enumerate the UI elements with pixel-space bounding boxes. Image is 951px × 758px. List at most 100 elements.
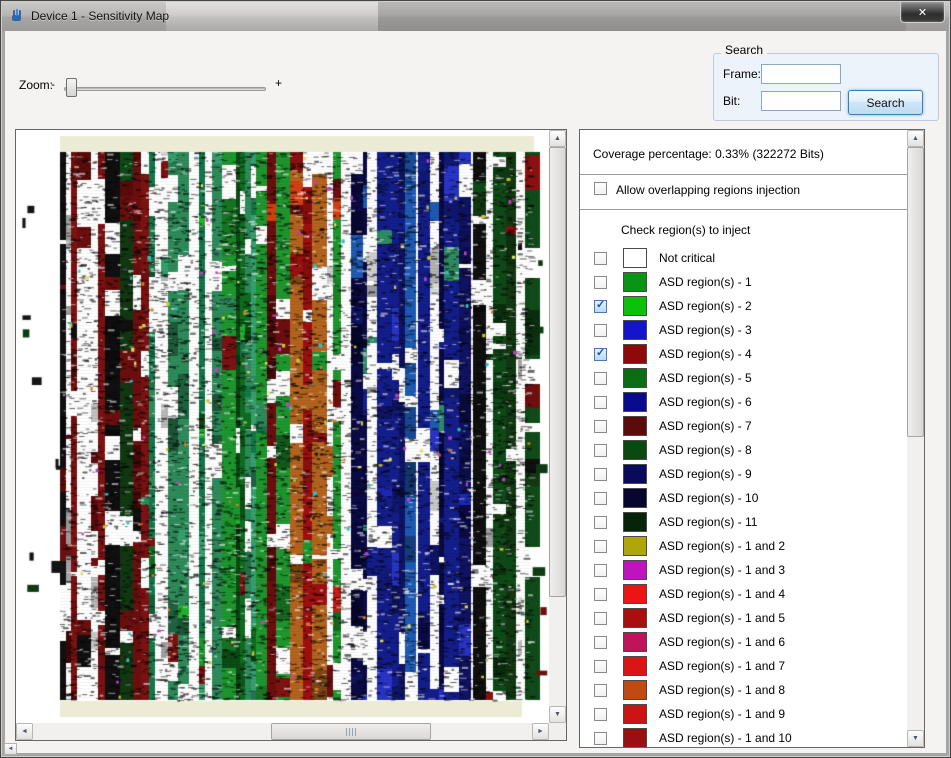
- region-row: ASD region(s) - 1 and 2: [580, 534, 907, 558]
- coverage-text: Coverage percentage: 0.33% (322272 Bits): [593, 147, 824, 161]
- zoom-slider-handle[interactable]: [66, 78, 77, 97]
- map-horizontal-scrollbar[interactable]: ◄ ►: [16, 723, 549, 740]
- app-icon[interactable]: [9, 8, 25, 24]
- scroll-up-button[interactable]: ▲: [549, 130, 566, 147]
- frame-input[interactable]: [761, 64, 841, 84]
- sensitivity-map-panel: ▲ ▼ ◄ ►: [15, 129, 567, 741]
- map-hscroll-thumb[interactable]: [271, 723, 431, 740]
- region-row: ASD region(s) - 10: [580, 486, 907, 510]
- region-color-swatch: [623, 704, 647, 724]
- window-title: Device 1 - Sensitivity Map: [31, 9, 169, 23]
- region-label: ASD region(s) - 10: [659, 491, 758, 505]
- scroll-up-button[interactable]: ▲: [907, 130, 924, 147]
- region-row: Not critical: [580, 246, 907, 270]
- region-checkbox[interactable]: [594, 276, 607, 289]
- scroll-down-button[interactable]: ▼: [549, 706, 566, 723]
- region-panel: Coverage percentage: 0.33% (322272 Bits)…: [579, 129, 925, 748]
- region-label: ASD region(s) - 1 and 10: [659, 731, 792, 745]
- region-color-swatch: [623, 392, 647, 412]
- region-checkbox[interactable]: [594, 684, 607, 697]
- region-row: ASD region(s) - 5: [580, 366, 907, 390]
- region-row: ASD region(s) - 8: [580, 438, 907, 462]
- region-row: ASD region(s) - 7: [580, 414, 907, 438]
- scroll-down-button[interactable]: ▼: [907, 730, 924, 747]
- region-color-swatch: [623, 512, 647, 532]
- client-area: Zoom: - + Search Frame: Bit: Search ▲ ▼ …: [5, 31, 946, 753]
- region-label: ASD region(s) - 1 and 2: [659, 539, 785, 553]
- region-color-swatch: [623, 440, 647, 460]
- scroll-left-icon: ◄: [21, 728, 28, 735]
- region-checkbox[interactable]: [594, 732, 607, 745]
- region-checkbox[interactable]: [594, 468, 607, 481]
- region-checkbox[interactable]: [594, 372, 607, 385]
- region-checkbox[interactable]: [594, 300, 607, 313]
- scroll-up-icon: ▲: [912, 135, 919, 142]
- region-label: ASD region(s) - 7: [659, 419, 752, 433]
- scrollbar-corner: [549, 723, 566, 740]
- bit-label: Bit:: [723, 94, 740, 108]
- close-button[interactable]: ✕: [900, 2, 945, 23]
- region-checkbox[interactable]: [594, 564, 607, 577]
- region-color-swatch: [623, 248, 647, 268]
- title-bar[interactable]: Device 1 - Sensitivity Map ✕: [2, 2, 949, 31]
- region-color-swatch: [623, 296, 647, 316]
- region-label: ASD region(s) - 9: [659, 467, 752, 481]
- scroll-right-button[interactable]: ►: [532, 723, 549, 740]
- region-row: ASD region(s) - 11: [580, 510, 907, 534]
- region-panel-scrollbar[interactable]: ▲ ▼: [907, 130, 924, 747]
- region-checkbox[interactable]: [594, 348, 607, 361]
- region-color-swatch: [623, 560, 647, 580]
- sensitivity-map-canvas[interactable]: [16, 130, 549, 723]
- region-checkbox[interactable]: [594, 252, 607, 265]
- region-checkbox[interactable]: [594, 516, 607, 529]
- region-checkbox[interactable]: [594, 636, 607, 649]
- region-color-swatch: [623, 608, 647, 628]
- overlap-checkbox[interactable]: [594, 182, 607, 195]
- map-vertical-scrollbar[interactable]: ▲ ▼: [549, 130, 566, 723]
- region-row: ASD region(s) - 1 and 7: [580, 654, 907, 678]
- region-color-swatch: [623, 368, 647, 388]
- region-label: ASD region(s) - 1 and 8: [659, 683, 785, 697]
- form-scroll-left-button[interactable]: ◄: [4, 743, 17, 755]
- region-row: ASD region(s) - 1 and 8: [580, 678, 907, 702]
- region-checkbox[interactable]: [594, 420, 607, 433]
- zoom-slider-track[interactable]: [64, 87, 266, 91]
- region-label: ASD region(s) - 4: [659, 347, 752, 361]
- region-color-swatch: [623, 728, 647, 748]
- bit-input[interactable]: [761, 91, 841, 111]
- region-color-swatch: [623, 632, 647, 652]
- scroll-down-icon: ▼: [554, 711, 561, 718]
- region-checkbox[interactable]: [594, 708, 607, 721]
- region-panel-scroll-thumb[interactable]: [907, 147, 924, 437]
- region-row: ASD region(s) - 3: [580, 318, 907, 342]
- region-row: ASD region(s) - 1 and 9: [580, 702, 907, 726]
- scroll-up-icon: ▲: [554, 135, 561, 142]
- region-label: ASD region(s) - 1 and 4: [659, 587, 785, 601]
- map-vscroll-thumb[interactable]: [549, 147, 566, 597]
- region-checkbox[interactable]: [594, 324, 607, 337]
- region-row: ASD region(s) - 1 and 3: [580, 558, 907, 582]
- region-row: ASD region(s) - 9: [580, 462, 907, 486]
- scroll-down-icon: ▼: [912, 735, 919, 742]
- region-checkbox[interactable]: [594, 492, 607, 505]
- close-icon: ✕: [918, 6, 927, 19]
- region-checkbox[interactable]: [594, 444, 607, 457]
- zoom-plus-label: +: [275, 76, 282, 90]
- region-checkbox[interactable]: [594, 396, 607, 409]
- region-label: ASD region(s) - 5: [659, 371, 752, 385]
- search-button[interactable]: Search: [848, 90, 923, 115]
- region-label: ASD region(s) - 1 and 5: [659, 611, 785, 625]
- scroll-thumb-grip: [346, 728, 356, 736]
- region-checkbox[interactable]: [594, 540, 607, 553]
- region-label: ASD region(s) - 3: [659, 323, 752, 337]
- scroll-left-button[interactable]: ◄: [16, 723, 33, 740]
- region-checkbox[interactable]: [594, 612, 607, 625]
- zoom-label: Zoom:: [19, 78, 53, 92]
- region-list: Not critical ASD region(s) - 1 ASD regio…: [580, 246, 907, 748]
- region-checkbox[interactable]: [594, 660, 607, 673]
- region-color-swatch: [623, 488, 647, 508]
- region-color-swatch: [623, 536, 647, 556]
- background-window-remnant: [166, 2, 378, 31]
- region-checkbox[interactable]: [594, 588, 607, 601]
- region-label: ASD region(s) - 6: [659, 395, 752, 409]
